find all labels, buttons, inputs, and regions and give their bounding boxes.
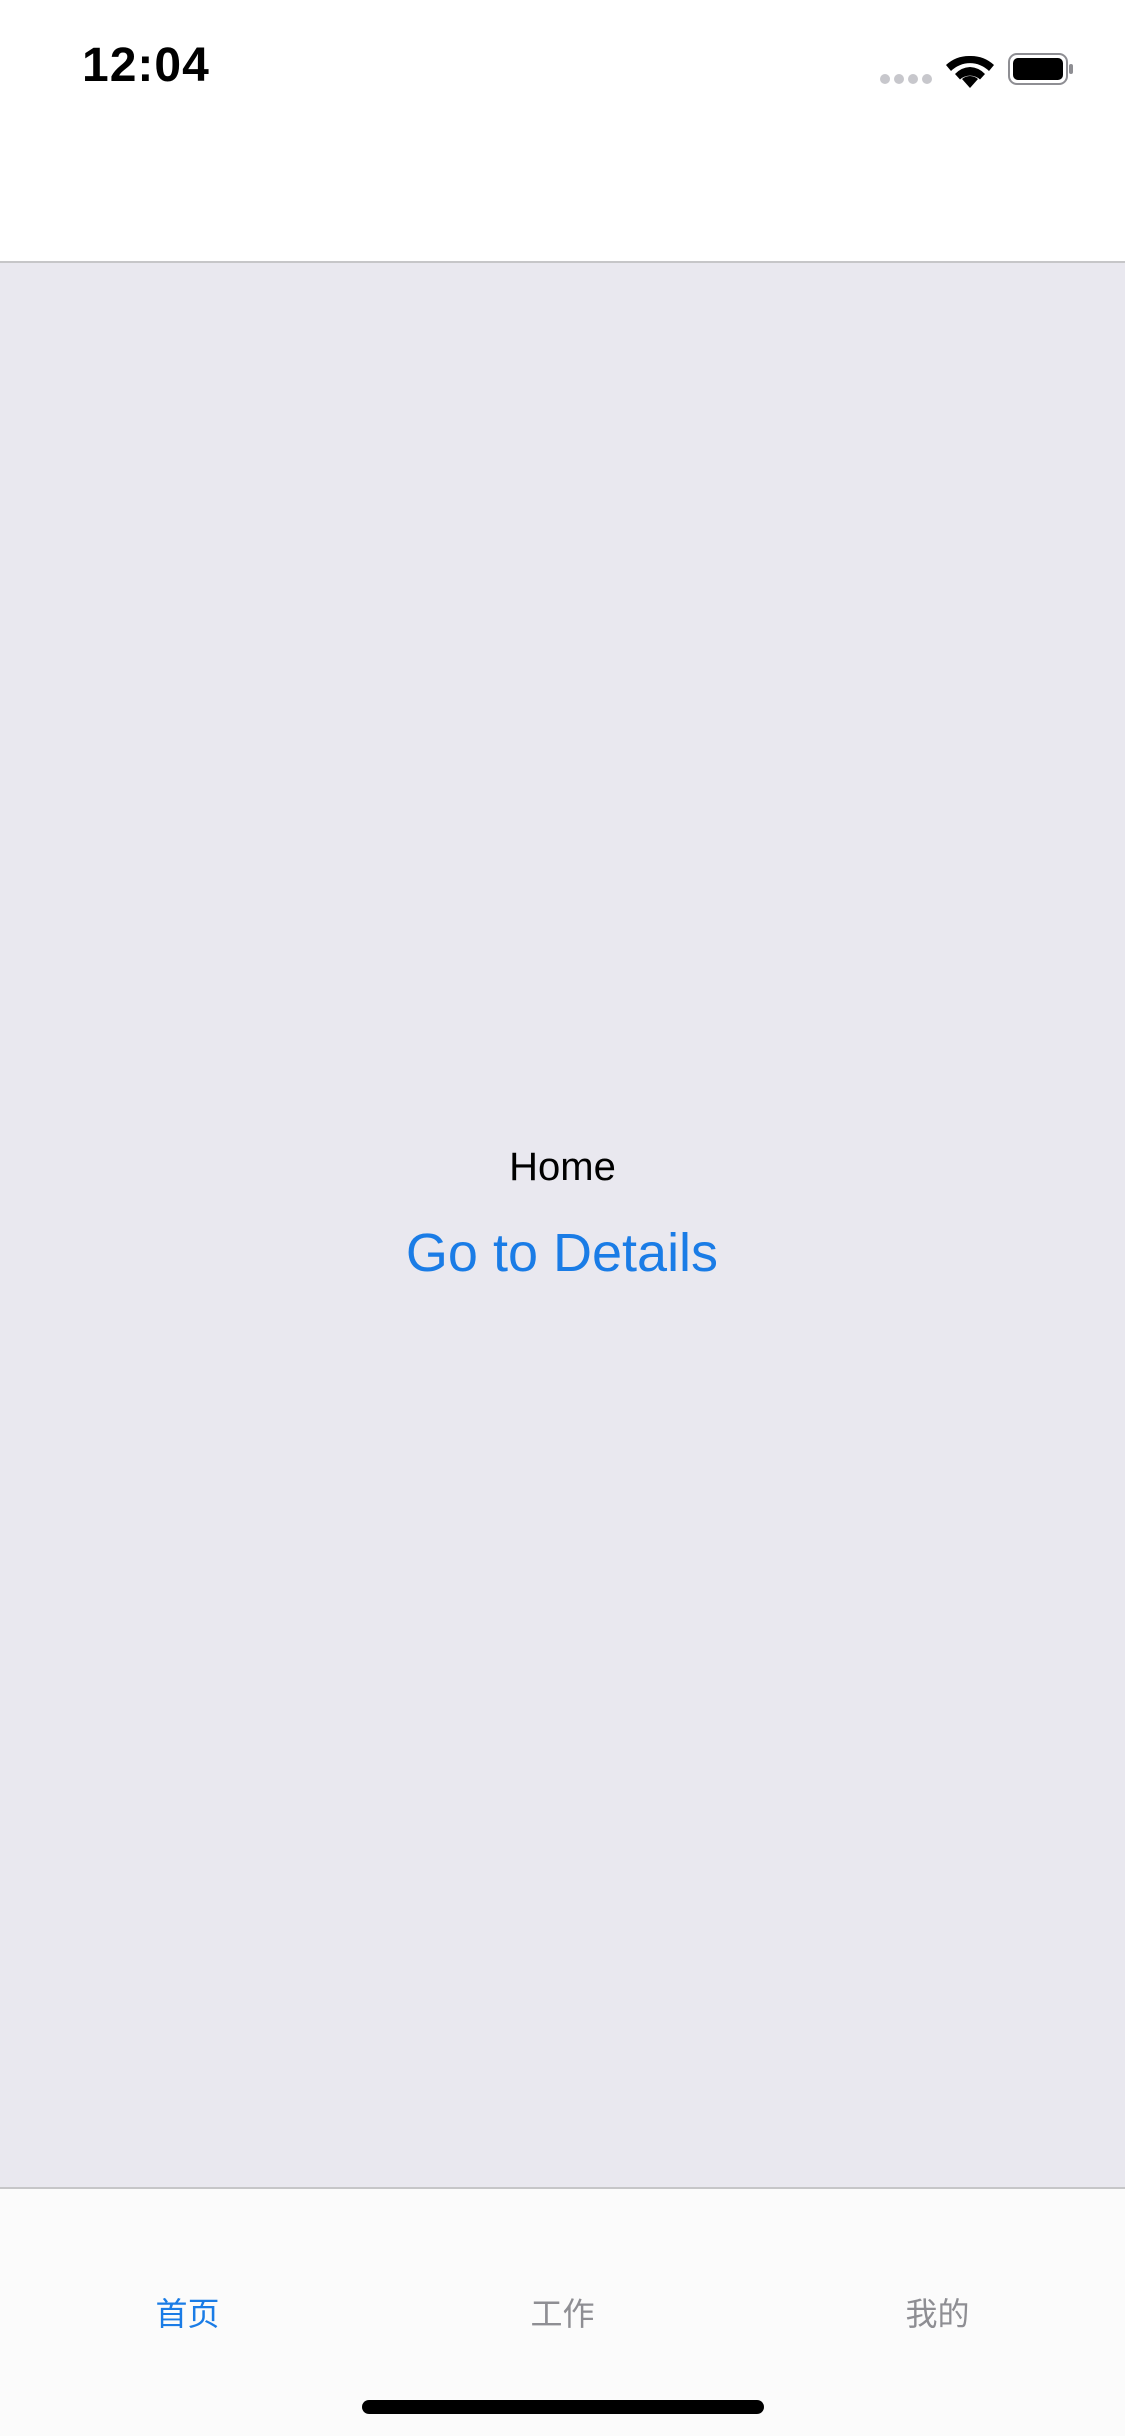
status-time: 12:04: [82, 39, 210, 92]
tab-mine[interactable]: 我的: [750, 2289, 1125, 2335]
cellular-signal-icon: [880, 74, 932, 86]
home-indicator[interactable]: [362, 2400, 764, 2414]
tab-bar: 首页 工作 我的: [0, 2187, 1125, 2436]
tab-home[interactable]: 首页: [0, 2289, 375, 2335]
status-bar: 12:04: [0, 0, 1125, 132]
go-to-details-button[interactable]: Go to Details: [362, 1213, 762, 1293]
tab-work[interactable]: 工作: [375, 2289, 750, 2335]
app-screen: 12:04 Home Go to Details 首页 工作 我的: [0, 0, 1125, 2436]
page-title: Home: [509, 1145, 616, 1189]
main-content: Home Go to Details: [0, 263, 1125, 2187]
wifi-icon: [946, 55, 994, 88]
battery-icon: [1008, 53, 1073, 85]
navigation-bar: [0, 132, 1125, 263]
